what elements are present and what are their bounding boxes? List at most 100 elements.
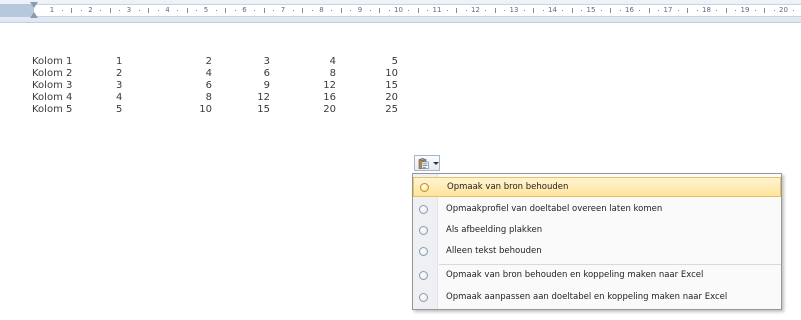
table-cell: 2 [205,56,212,67]
ruler-dot [465,10,467,11]
ruler-number: 10 [394,6,403,14]
ruler-tick [302,8,304,13]
ruler-tick [764,8,766,13]
radio-icon [420,183,429,192]
paste-options-button[interactable] [414,155,440,171]
ruler-dot [350,10,352,11]
table-row: Kolom 5 5 10 15 20 25 [32,104,398,116]
ruler-tick [648,8,650,13]
table-cell: 4 [205,68,212,79]
menu-item-label: Opmaakprofiel van doeltabel overeen late… [446,204,663,214]
ruler-tick [263,8,265,13]
ruler-tick [687,8,689,13]
ruler-dot [331,10,333,11]
radio-icon [419,226,428,235]
ruler-number: 12 [471,6,480,14]
ruler-number: 6 [242,6,247,14]
ruler-dot [504,10,506,11]
ruler-dot [523,10,525,11]
table-cell: 12 [257,92,270,103]
table-row: Kolom 2 2 4 6 8 10 [32,68,398,80]
ruler-tick [186,8,188,13]
ruler-dot [138,10,140,11]
ruler-dot [119,10,121,11]
ruler-dot [696,10,698,11]
ruler-number: 2 [88,6,93,14]
table-cell: 25 [385,104,398,115]
ruler-number: 13 [509,6,519,14]
table-cell: 5 [116,104,123,115]
ruler-tick [571,8,573,13]
ruler-number: 16 [625,6,634,14]
clipboard-icon [418,158,429,169]
table-row: Kolom 1 1 2 3 4 5 [32,56,398,68]
menu-item-keep-source-formatting[interactable]: Opmaak van bron behouden [413,177,781,197]
table-cell: 1 [116,56,123,67]
ruler-dot [196,10,198,11]
ruler-dot [639,10,641,11]
table-cell: 12 [323,80,336,91]
menu-item-keep-text-only[interactable]: Alleen tekst behouden [413,242,781,262]
ruler-tick [109,8,111,13]
menu-item-match-destination-table-style[interactable]: Opmaakprofiel van doeltabel overeen late… [413,200,781,220]
ruler-dot [716,10,718,11]
ruler-tick [610,8,612,13]
table-cell: 20 [385,92,398,103]
ruler-dot [254,10,256,11]
table-cell: 2 [116,68,123,79]
hanging-indent-marker[interactable] [30,12,38,18]
radio-icon [419,293,428,302]
menu-item-match-destination-link-excel[interactable]: Opmaak aanpassen aan doeltabel en koppel… [413,288,781,308]
menu-item-paste-as-picture[interactable]: Als afbeelding plakken [413,221,781,241]
radio-icon [419,205,428,214]
ruler-number: 5 [203,6,209,14]
ruler-dot [408,10,410,11]
table-cell: 5 [391,56,398,67]
row-label: Kolom 2 [32,68,73,79]
word-document-window: 1 2 3 4 5 6 7 8 9 10 11 12 13 14 15 16 17 18 19 20 Kolom 1 … [0,0,801,320]
table-cell: 16 [323,92,336,103]
ruler-dot [542,10,544,11]
first-line-indent-marker[interactable] [30,2,38,8]
menu-item-keep-source-formatting-link-excel[interactable]: Opmaak van bron behouden en koppeling ma… [413,266,781,286]
table-cell: 9 [263,80,270,91]
paste-options-menu: Opmaak van bron behouden Opmaakprofiel v… [412,173,782,310]
ruler-number: 20 [779,6,788,14]
ruler-dot [562,10,564,11]
ruler-dot [446,10,448,11]
ruler-dot [485,10,487,11]
ruler-dot [793,10,795,11]
row-label: Kolom 3 [32,80,73,91]
ruler-dot [581,10,583,11]
horizontal-ruler[interactable]: 1 2 3 4 5 6 7 8 9 10 11 12 13 14 15 16 17 18 19 20 [0,0,801,23]
ruler-dot [677,10,679,11]
ruler-number: 3 [126,6,132,14]
row-label: Kolom 5 [32,104,73,115]
ruler-dot [388,10,390,11]
ruler-dot [80,10,82,11]
radio-icon [419,247,428,256]
menu-item-label: Opmaak van bron behouden en koppeling ma… [446,270,704,280]
row-label: Kolom 4 [32,92,73,103]
ruler-number: 7 [280,6,286,14]
ruler-number: 14 [548,6,557,14]
menu-item-label: Opmaak aanpassen aan doeltabel en koppel… [446,292,728,302]
ruler-dot [61,10,63,11]
ruler-number: 9 [357,6,363,14]
table-cell: 10 [385,68,398,79]
table-cell: 3 [116,80,123,91]
ruler-dot [292,10,294,11]
ruler-number: 15 [586,6,596,14]
menu-item-label: Alleen tekst behouden [446,246,542,256]
table-cell: 6 [205,80,212,91]
ruler-dot [215,10,217,11]
table-cell: 10 [199,104,212,115]
ruler-tick [417,8,419,13]
ruler-tick [340,8,342,13]
menu-item-label: Als afbeelding plakken [446,225,543,235]
ruler-tick [225,8,227,13]
ruler-dot [658,10,660,11]
table-cell: 4 [329,56,336,67]
ruler-number: 8 [319,6,324,14]
ruler-dot [427,10,429,11]
